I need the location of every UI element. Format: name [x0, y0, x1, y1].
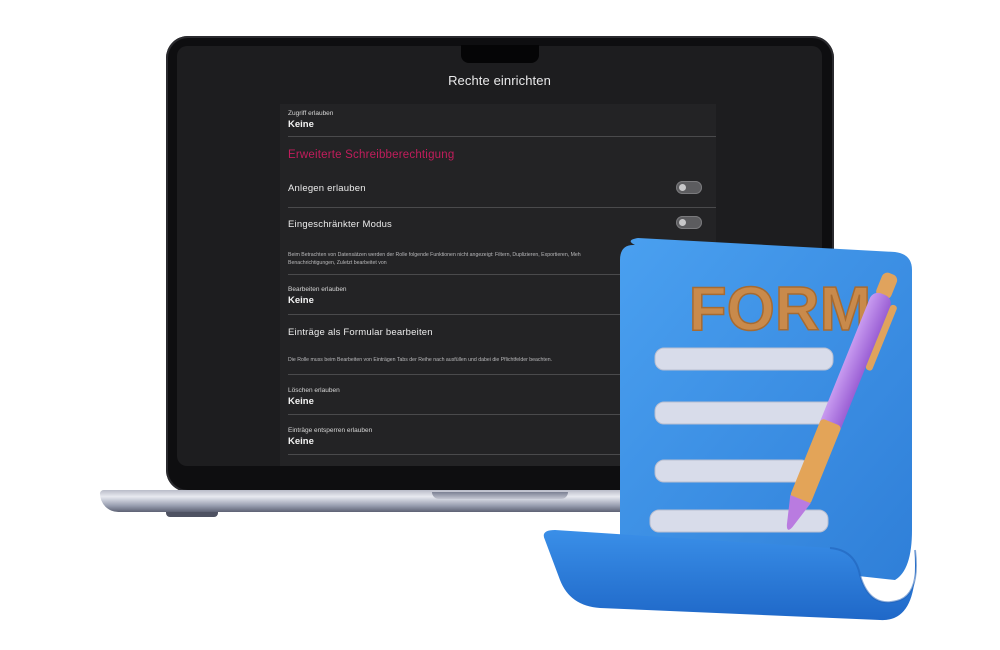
create-label: Anlegen erlauben [288, 183, 366, 194]
create-row: Anlegen erlauben [288, 174, 716, 208]
form-line [654, 459, 811, 483]
form-illustration: FORM [543, 238, 917, 621]
delete-value: Keine [288, 396, 314, 407]
form-edit-label: Einträge als Formular bearbeiten [288, 327, 433, 338]
edit-value: Keine [288, 295, 314, 306]
delete-label: Löschen erlauben [288, 387, 340, 394]
toggle-knob [679, 184, 686, 191]
camera-notch [461, 45, 539, 63]
unlock-value: Keine [288, 436, 314, 447]
page-title: Rechte einrichten [448, 72, 551, 88]
access-value: Keine [288, 119, 314, 130]
unlock-label: Einträge entsperren erlauben [288, 427, 373, 434]
restricted-mode-label: Eingeschränkter Modus [288, 219, 393, 230]
form-line [654, 401, 846, 425]
title-bar: Rechte einrichten [217, 64, 782, 96]
section-title: Erweiterte Schreibberechtigung [288, 149, 455, 161]
access-row[interactable]: Zugriff erlauben Keine [288, 104, 716, 137]
restricted-mode-toggle[interactable] [676, 216, 702, 229]
access-label: Zugriff erlauben [288, 110, 334, 117]
form-letters: FORM [689, 275, 872, 344]
edit-label: Bearbeiten erlauben [288, 286, 347, 293]
toggle-knob [679, 219, 686, 226]
create-toggle[interactable] [676, 181, 702, 194]
form-line [654, 347, 834, 371]
